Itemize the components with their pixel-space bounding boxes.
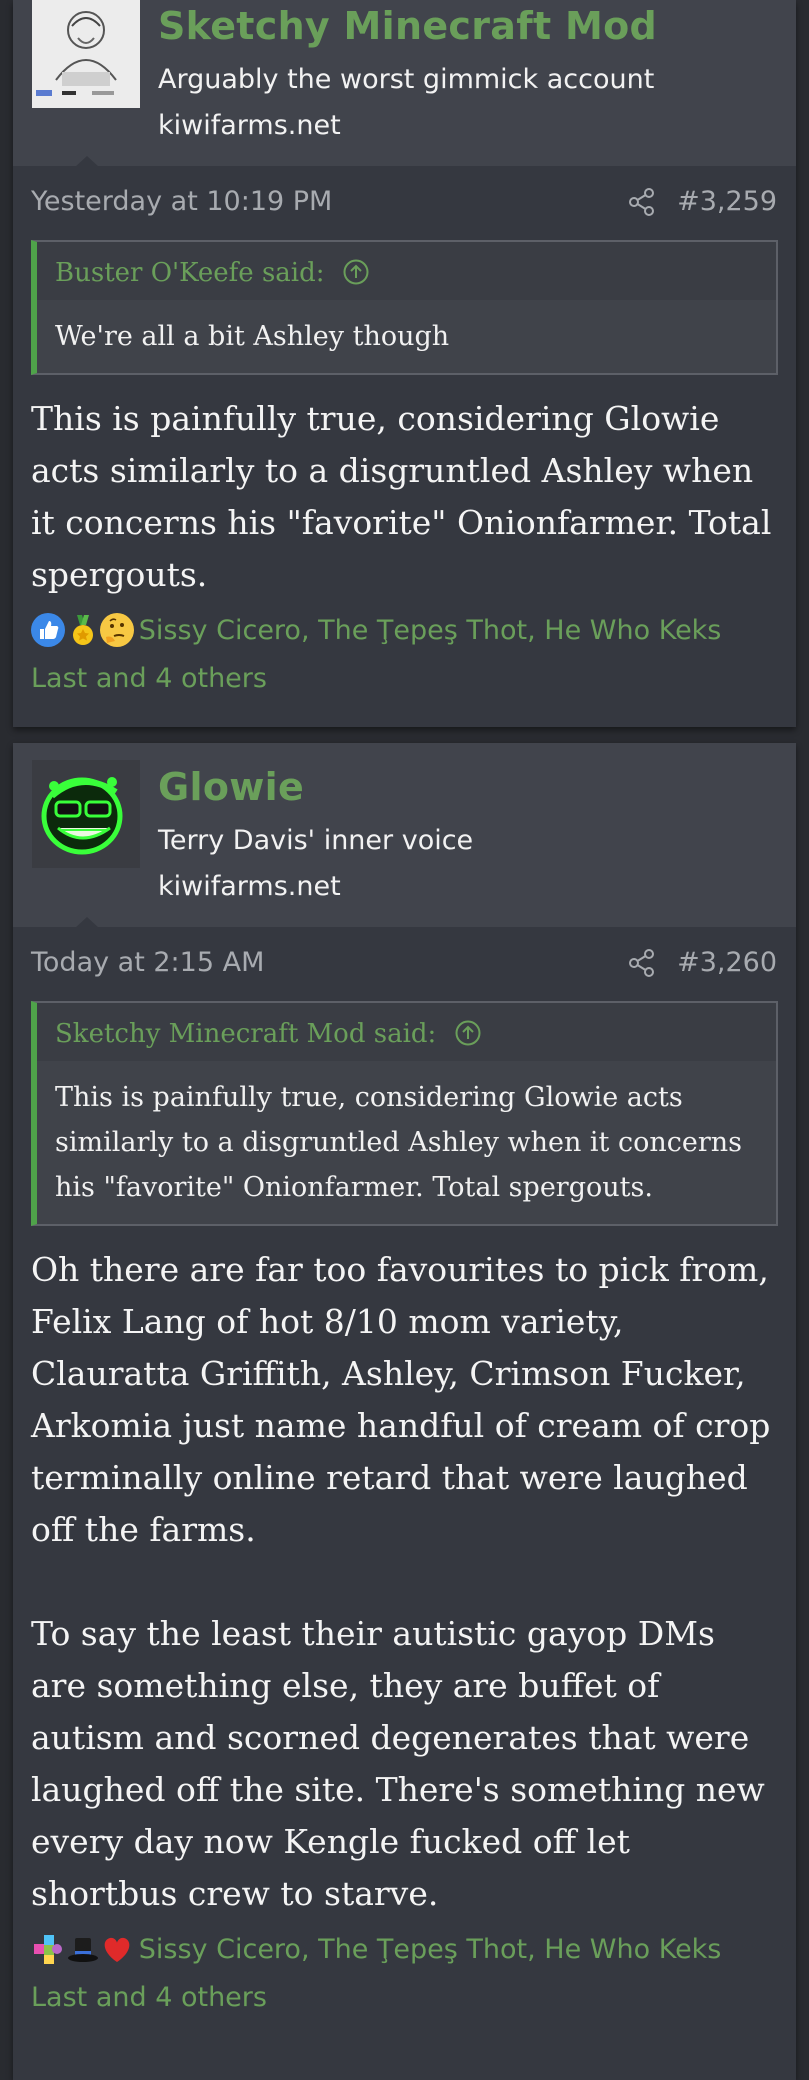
post-number[interactable]: #3,260 [677,947,777,978]
post-date[interactable]: Yesterday at 10:19 PM [31,186,332,217]
author-site: kiwifarms.net [158,110,341,141]
reactions-bar[interactable]: Sissy Cicero, The Ţepeş Thot, He Who Kek… [13,601,796,719]
share-icon[interactable] [627,948,657,978]
quote-text: We're all a bit Ashley though [55,321,450,352]
reaction-users[interactable]: Sissy Cicero, The Ţepeş Thot, He Who Kek… [31,615,721,694]
author-title: Arguably the worst gimmick account [158,64,655,95]
author-site: kiwifarms.net [158,871,341,902]
post-meta: Yesterday at 10:19 PM #3,259 [13,166,796,240]
message-paragraph: Oh there are far too favourites to pick … [31,1250,771,1549]
share-icon[interactable] [627,187,657,217]
reaction-icons[interactable] [31,613,135,659]
quote-author[interactable]: Buster O'Keefe said: [55,258,325,288]
post-message: Oh there are far too favourites to pick … [13,1226,796,1920]
post-author-header: Sketchy Minecraft Mod Arguably the worst… [13,0,796,167]
thumbs-up-icon [31,613,65,647]
author-name[interactable]: Glowie [158,765,304,809]
author-name[interactable]: Sketchy Minecraft Mod [158,4,657,48]
arrow-up-circle-icon[interactable] [343,259,369,285]
puzzle-piece-icon [31,1932,65,1966]
heart-icon [100,1932,134,1966]
post-meta: Today at 2:15 AM #3,260 [13,927,796,1001]
reactions-bar[interactable]: Sissy Cicero, The Ţepeş Thot, He Who Kek… [13,1920,796,2038]
avatar-glowing-face-image [32,760,140,868]
reaction-users[interactable]: Sissy Cicero, The Ţepeş Thot, He Who Kek… [31,1934,721,2013]
arrow-up-circle-icon[interactable] [455,1020,481,1046]
avatar[interactable] [32,0,140,108]
thinking-face-icon [100,613,135,647]
quote-author[interactable]: Sketchy Minecraft Mod said: [55,1019,436,1049]
quote-text: This is painfully true, considering Glow… [55,1082,743,1203]
post-number[interactable]: #3,259 [677,186,777,217]
quote-block: Sketchy Minecraft Mod said: This is pain… [31,1001,778,1226]
post-date[interactable]: Today at 2:15 AM [31,947,264,978]
avatar-sketch-image [32,0,140,108]
message-paragraph: To say the least their autistic gayop DM… [31,1614,765,1913]
message-paragraph: This is painfully true, considering Glow… [31,399,772,594]
post: Sketchy Minecraft Mod Arguably the worst… [13,0,796,727]
post-message: This is painfully true, considering Glow… [13,375,796,601]
post: Glowie Terry Davis' inner voice kiwifarm… [13,743,796,2080]
quote-header[interactable]: Buster O'Keefe said: [37,242,776,300]
top-hat-icon [66,1932,100,1966]
reaction-icons[interactable] [31,1932,130,1978]
quote-block: Buster O'Keefe said: We're all a bit Ash… [31,240,778,375]
avatar[interactable] [32,760,140,868]
quote-header[interactable]: Sketchy Minecraft Mod said: [37,1003,776,1061]
author-title: Terry Davis' inner voice [158,825,474,856]
post-author-header: Glowie Terry Davis' inner voice kiwifarm… [13,743,796,928]
medal-icon [66,613,100,647]
